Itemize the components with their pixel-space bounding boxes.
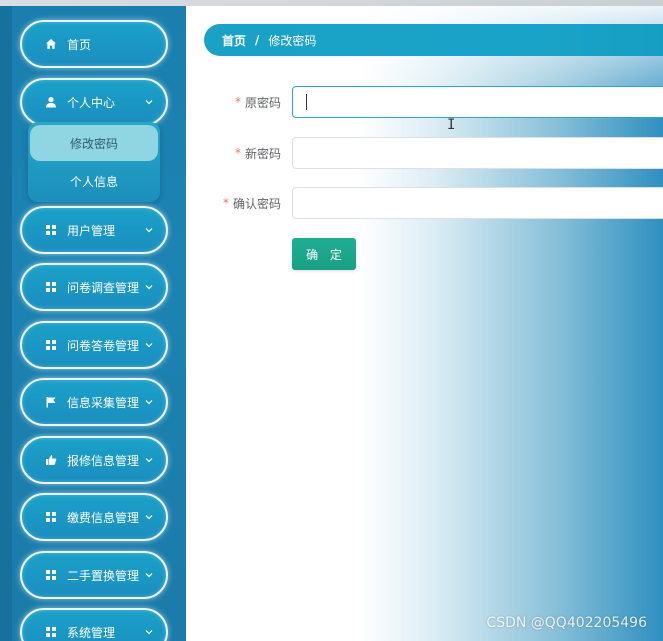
breadcrumb-current: 修改密码 xyxy=(268,33,317,48)
sidebar-item-system-management[interactable]: 系统管理 xyxy=(20,608,168,641)
text-caret xyxy=(306,94,307,110)
sidebar-item-secondhand-management[interactable]: 二手置换管理 xyxy=(20,551,168,599)
chevron-down-icon xyxy=(142,625,156,639)
required-mark: * xyxy=(234,95,241,109)
sidebar-item-label: 问卷答卷管理 xyxy=(67,338,140,353)
new-password-label-text: 新密码 xyxy=(244,146,281,161)
sidebar-item-home[interactable]: 首页 xyxy=(20,20,168,68)
new-password-label: * 新密码 xyxy=(235,137,281,169)
breadcrumb-home[interactable]: 首页 xyxy=(222,32,246,49)
grid-icon xyxy=(44,568,58,582)
sidebar-item-answer-management[interactable]: 问卷答卷管理 xyxy=(20,321,168,369)
breadcrumb: 首页 / 修改密码 xyxy=(204,24,663,56)
submenu-item-personal-info[interactable]: 个人信息 xyxy=(28,162,160,200)
sidebar-item-label: 报修信息管理 xyxy=(67,453,140,468)
grid-icon xyxy=(44,510,58,524)
sidebar-item-info-collection[interactable]: 信息采集管理 xyxy=(20,378,168,426)
required-mark: * xyxy=(222,196,229,210)
old-password-field[interactable] xyxy=(292,86,663,118)
required-mark: * xyxy=(234,146,241,160)
sidebar-item-survey-management[interactable]: 问卷调查管理 xyxy=(20,263,168,311)
old-password-label-text: 原密码 xyxy=(244,95,281,110)
grid-icon xyxy=(44,338,58,352)
confirm-password-field[interactable] xyxy=(292,187,663,219)
chevron-down-icon xyxy=(142,395,156,409)
home-icon xyxy=(44,37,58,51)
ibeam-cursor-icon: I xyxy=(447,117,456,133)
sidebar-item-label: 二手置换管理 xyxy=(67,568,140,583)
grid-icon xyxy=(44,223,58,237)
sidebar: 首页 个人中心 修改密码 个人信息 用户管理 问卷调查管理 问卷答卷管理 信息采… xyxy=(0,6,186,641)
form-row-confirm-password: * 确认密码 xyxy=(186,187,663,219)
old-password-label: * 原密码 xyxy=(235,86,281,118)
form-row-old-password: * 原密码 xyxy=(186,86,663,118)
grid-icon xyxy=(44,280,58,294)
sidebar-item-repair-management[interactable]: 报修信息管理 xyxy=(20,436,168,484)
sidebar-item-label: 问卷调查管理 xyxy=(67,280,140,295)
breadcrumb-separator: / xyxy=(255,33,260,47)
submit-button[interactable]: 确 定 xyxy=(292,238,356,270)
main-content: 首页 / 修改密码 * 原密码 I * 新密码 * 确认密码 确 定 xyxy=(186,6,663,641)
thumb-icon xyxy=(44,453,58,467)
sidebar-item-label: 用户管理 xyxy=(67,223,116,238)
confirm-password-label-text: 确认密码 xyxy=(232,196,281,211)
user-icon xyxy=(44,95,58,109)
chevron-up-icon xyxy=(142,95,156,109)
grid-icon xyxy=(44,625,58,639)
sidebar-item-label: 缴费信息管理 xyxy=(67,510,140,525)
submenu-personal-center: 修改密码 个人信息 xyxy=(28,122,160,202)
sidebar-item-payment-management[interactable]: 缴费信息管理 xyxy=(20,493,168,541)
chevron-down-icon xyxy=(142,453,156,467)
form-row-new-password: * 新密码 xyxy=(186,137,663,169)
watermark: CSDN @QQ402205496 xyxy=(486,615,647,631)
submenu-item-change-password[interactable]: 修改密码 xyxy=(30,125,158,161)
chevron-down-icon xyxy=(142,510,156,524)
sidebar-item-label: 首页 xyxy=(67,37,92,52)
flag-icon xyxy=(44,395,58,409)
confirm-password-label: * 确认密码 xyxy=(223,187,281,219)
chevron-down-icon xyxy=(142,568,156,582)
sidebar-item-label: 个人中心 xyxy=(67,95,116,110)
chevron-down-icon xyxy=(142,223,156,237)
chevron-down-icon xyxy=(142,280,156,294)
new-password-field[interactable] xyxy=(292,137,663,169)
sidebar-item-personal-center[interactable]: 个人中心 xyxy=(20,78,168,126)
sidebar-item-label: 信息采集管理 xyxy=(67,395,140,410)
chevron-down-icon xyxy=(142,338,156,352)
sidebar-item-user-management[interactable]: 用户管理 xyxy=(20,206,168,254)
sidebar-item-label: 系统管理 xyxy=(67,625,116,640)
